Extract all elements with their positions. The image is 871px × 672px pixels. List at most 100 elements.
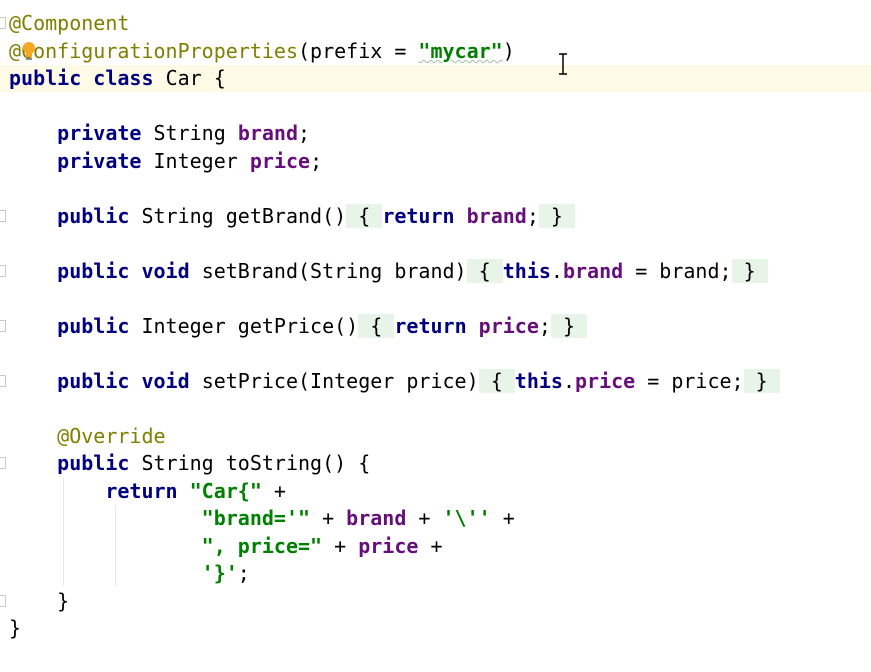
keyword-private: private [57, 121, 142, 145]
prefix-value-string: "mycar" [418, 39, 503, 63]
prefix-param: (prefix = [298, 39, 419, 63]
lightbulb-icon[interactable] [21, 41, 37, 63]
keyword-this: this [514, 369, 563, 393]
method-close-brace: } [57, 589, 70, 613]
code-line-5[interactable]: private Integer price; [9, 148, 322, 175]
field-price: price [478, 314, 539, 338]
keyword-private: private [57, 149, 142, 173]
dot: . [562, 369, 575, 393]
method-signature-setprice: setPrice(Integer price) [201, 369, 479, 393]
keyword-public: public [57, 314, 130, 338]
fold-marker-setprice[interactable] [0, 375, 6, 387]
close-paren: ) [502, 39, 515, 63]
plus-operator: + [261, 479, 286, 503]
keyword-return: return [382, 204, 455, 228]
code-line-11[interactable]: public String toString() { [9, 450, 370, 477]
folded-body-end-getbrand[interactable]: } [538, 204, 576, 228]
method-signature-setbrand: setBrand(String brand) [201, 259, 467, 283]
keyword-void: void [141, 259, 190, 283]
code-line-9[interactable]: public void setPrice(Integer price) { th… [9, 368, 780, 395]
fold-marker-end[interactable] [0, 595, 6, 607]
folded-body-end-setbrand[interactable]: } [731, 259, 768, 283]
annotation-override: @Override [57, 424, 166, 448]
keyword-public: public [57, 204, 130, 228]
code-line-7[interactable]: public void setBrand(String brand) { thi… [9, 258, 768, 285]
open-brace: { [490, 369, 503, 393]
open-brace: { [478, 259, 491, 283]
annotation-configuration-properties: ConfigurationProperties [21, 39, 298, 63]
method-signature-tostring: String toString() { [141, 451, 371, 475]
keyword-public: public [57, 259, 130, 283]
keyword-public: public [57, 451, 130, 475]
class-name: Car { [165, 66, 226, 90]
char-close-brace: '}' [201, 561, 238, 585]
keyword-public: public [9, 66, 82, 90]
field-brand: brand [237, 121, 299, 145]
code-line-4[interactable]: private String brand; [9, 120, 310, 147]
folded-body-end-setprice[interactable]: } [743, 369, 780, 393]
folded-body-setbrand[interactable]: { [466, 259, 503, 283]
fold-marker-tostring[interactable] [0, 457, 6, 469]
code-editor[interactable]: @Component @ConfigurationProperties(pref… [0, 0, 871, 672]
plus-operator: + [406, 506, 443, 530]
folded-body-getprice[interactable]: { [358, 314, 395, 338]
folded-body-getbrand[interactable]: { [346, 204, 383, 228]
keyword-this: this [502, 259, 551, 283]
semicolon: ; [237, 561, 250, 585]
fold-marker-getbrand[interactable] [0, 210, 6, 222]
plus-operator: + [418, 534, 443, 558]
code-line-14[interactable]: ", price=" + price + [9, 533, 443, 560]
fold-marker-class[interactable] [0, 17, 6, 29]
text-cursor-icon [559, 53, 567, 75]
type-integer: Integer [153, 149, 238, 173]
field-price: price [249, 149, 311, 173]
plus-operator: + [490, 506, 515, 530]
code-line-2[interactable]: @ConfigurationProperties(prefix = "mycar… [9, 38, 515, 65]
code-line-1[interactable]: @Component [9, 10, 129, 37]
editor-gutter [0, 0, 8, 672]
close-brace: } [743, 259, 756, 283]
assignment: = brand; [623, 259, 732, 283]
code-line-15[interactable]: '}'; [9, 560, 250, 587]
plus-operator: + [310, 506, 347, 530]
code-line-17[interactable]: } [9, 615, 21, 642]
code-line-16[interactable]: } [9, 588, 69, 615]
field-price: price [575, 369, 636, 393]
code-line-13[interactable]: "brand='" + brand + '\'' + [9, 505, 515, 532]
dot: . [550, 259, 563, 283]
semicolon: ; [526, 204, 539, 228]
field-brand: brand [346, 506, 407, 530]
semicolon: ; [538, 314, 551, 338]
field-brand: brand [562, 259, 624, 283]
string-price-label: ", price=" [201, 534, 323, 558]
close-brace: } [562, 314, 576, 338]
method-signature-getprice: Integer getPrice() [141, 314, 359, 338]
keyword-class: class [93, 66, 154, 90]
annotation-component: @Component [9, 11, 130, 35]
keyword-return: return [105, 479, 178, 503]
type-string: String [153, 121, 226, 145]
method-signature-getbrand: String getBrand() [141, 204, 347, 228]
string-brand-label: "brand='" [201, 506, 311, 530]
field-brand: brand [466, 204, 527, 228]
semicolon: ; [298, 121, 311, 145]
assignment: = price; [635, 369, 744, 393]
folded-body-setprice[interactable]: { [478, 369, 515, 393]
folded-body-end-getprice[interactable]: } [550, 314, 588, 338]
field-price: price [358, 534, 419, 558]
open-brace: { [370, 314, 383, 338]
fold-marker-getprice[interactable] [0, 320, 6, 332]
open-brace: { [358, 204, 371, 228]
code-line-6[interactable]: public String getBrand() { return brand;… [9, 203, 576, 230]
close-brace: } [550, 204, 563, 228]
annotation-at: @ [9, 39, 22, 63]
close-brace: } [755, 369, 768, 393]
code-line-10[interactable]: @Override [9, 423, 166, 450]
code-line-8[interactable]: public Integer getPrice() { return price… [9, 313, 588, 340]
string-car-open: "Car{" [189, 479, 262, 503]
keyword-void: void [141, 369, 190, 393]
char-quote: '\'' [442, 506, 491, 530]
code-line-12[interactable]: return "Car{" + [9, 478, 286, 505]
code-line-3[interactable]: public class Car { [9, 65, 226, 92]
fold-marker-setbrand[interactable] [0, 265, 6, 277]
